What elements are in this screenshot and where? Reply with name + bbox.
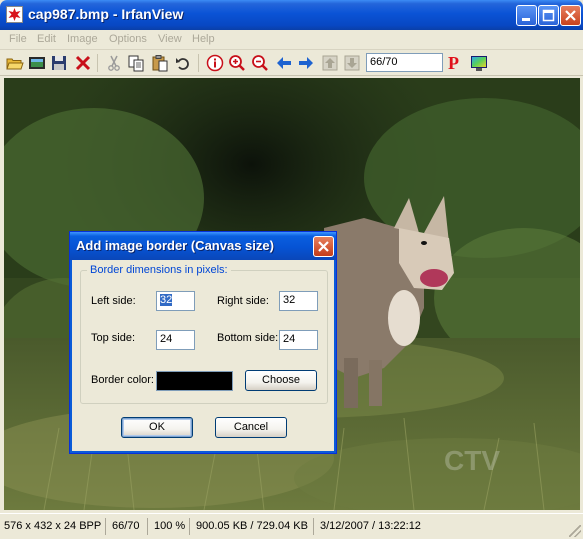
copy-icon[interactable]	[127, 54, 145, 72]
menu-help[interactable]: Help	[192, 33, 215, 45]
border-color-label: Border color:	[91, 374, 154, 386]
border-color-swatch	[156, 371, 233, 391]
bottom-side-input[interactable]: 24	[279, 330, 318, 350]
choose-color-button[interactable]: Choose	[245, 370, 317, 391]
left-side-label: Left side:	[91, 295, 136, 307]
dialog-title-bar[interactable]: Add image border (Canvas size)	[70, 232, 336, 260]
page-number-field[interactable]: 66/70	[366, 53, 443, 72]
ok-button[interactable]: OK	[121, 417, 193, 438]
status-dimensions: 576 x 432 x 24 BPP	[0, 518, 106, 535]
status-file-size: 900.05 KB / 729.04 KB	[192, 518, 314, 535]
maximize-button[interactable]	[538, 5, 559, 26]
top-side-input[interactable]: 24	[156, 330, 195, 350]
first-icon[interactable]	[321, 54, 339, 72]
dialog-close-button[interactable]	[313, 236, 334, 257]
menu-bar: File Edit Image Options View Help	[0, 30, 583, 50]
slideshow-icon[interactable]	[28, 54, 46, 72]
right-side-input[interactable]: 32	[279, 291, 318, 311]
close-icon	[318, 241, 329, 252]
open-folder-icon[interactable]	[6, 54, 24, 72]
group-label: Border dimensions in pixels:	[87, 264, 231, 276]
save-icon[interactable]	[50, 54, 68, 72]
menu-file[interactable]: File	[9, 33, 27, 45]
top-side-label: Top side:	[91, 332, 136, 344]
left-side-input[interactable]: 32	[156, 291, 195, 311]
menu-options[interactable]: Options	[109, 33, 147, 45]
menu-edit[interactable]: Edit	[37, 33, 56, 45]
maximize-icon	[542, 9, 555, 22]
right-side-label: Right side:	[217, 295, 269, 307]
window-title: cap987.bmp - IrfanView	[28, 6, 184, 22]
zoom-out-icon[interactable]	[251, 54, 269, 72]
toolbar: 66/70 P	[0, 50, 583, 76]
screen-icon[interactable]	[470, 54, 488, 72]
bottom-side-label: Bottom side:	[217, 332, 279, 344]
previous-icon[interactable]	[275, 54, 293, 72]
cut-icon[interactable]	[105, 54, 123, 72]
close-button[interactable]	[560, 5, 581, 26]
status-zoom: 100 %	[150, 518, 190, 535]
paint-icon[interactable]: P	[448, 53, 459, 73]
menu-view[interactable]: View	[158, 33, 182, 45]
last-icon[interactable]	[343, 54, 361, 72]
status-bar: 576 x 432 x 24 BPP 66/70 100 % 900.05 KB…	[0, 513, 583, 539]
close-icon	[565, 10, 576, 21]
minimize-icon	[522, 18, 530, 21]
menu-image[interactable]: Image	[67, 33, 98, 45]
minimize-button[interactable]	[516, 5, 537, 26]
toolbar-separator	[198, 54, 199, 72]
ctv-watermark: CTV	[444, 445, 500, 476]
status-page: 66/70	[108, 518, 148, 535]
cancel-button[interactable]: Cancel	[215, 417, 287, 438]
status-datetime: 3/12/2007 / 13:22:12	[320, 520, 421, 532]
add-border-dialog: Add image border (Canvas size) Border di…	[69, 231, 337, 454]
irfanview-app-icon[interactable]	[6, 6, 23, 23]
title-bar[interactable]: cap987.bmp - IrfanView	[0, 0, 583, 30]
toolbar-separator	[97, 54, 98, 72]
delete-icon[interactable]	[74, 54, 92, 72]
next-icon[interactable]	[297, 54, 315, 72]
paste-icon[interactable]	[151, 54, 169, 72]
undo-icon[interactable]	[174, 54, 192, 72]
resize-grip[interactable]	[569, 525, 581, 537]
info-icon[interactable]	[206, 54, 224, 72]
zoom-in-icon[interactable]	[228, 54, 246, 72]
dialog-title: Add image border (Canvas size)	[76, 238, 274, 253]
